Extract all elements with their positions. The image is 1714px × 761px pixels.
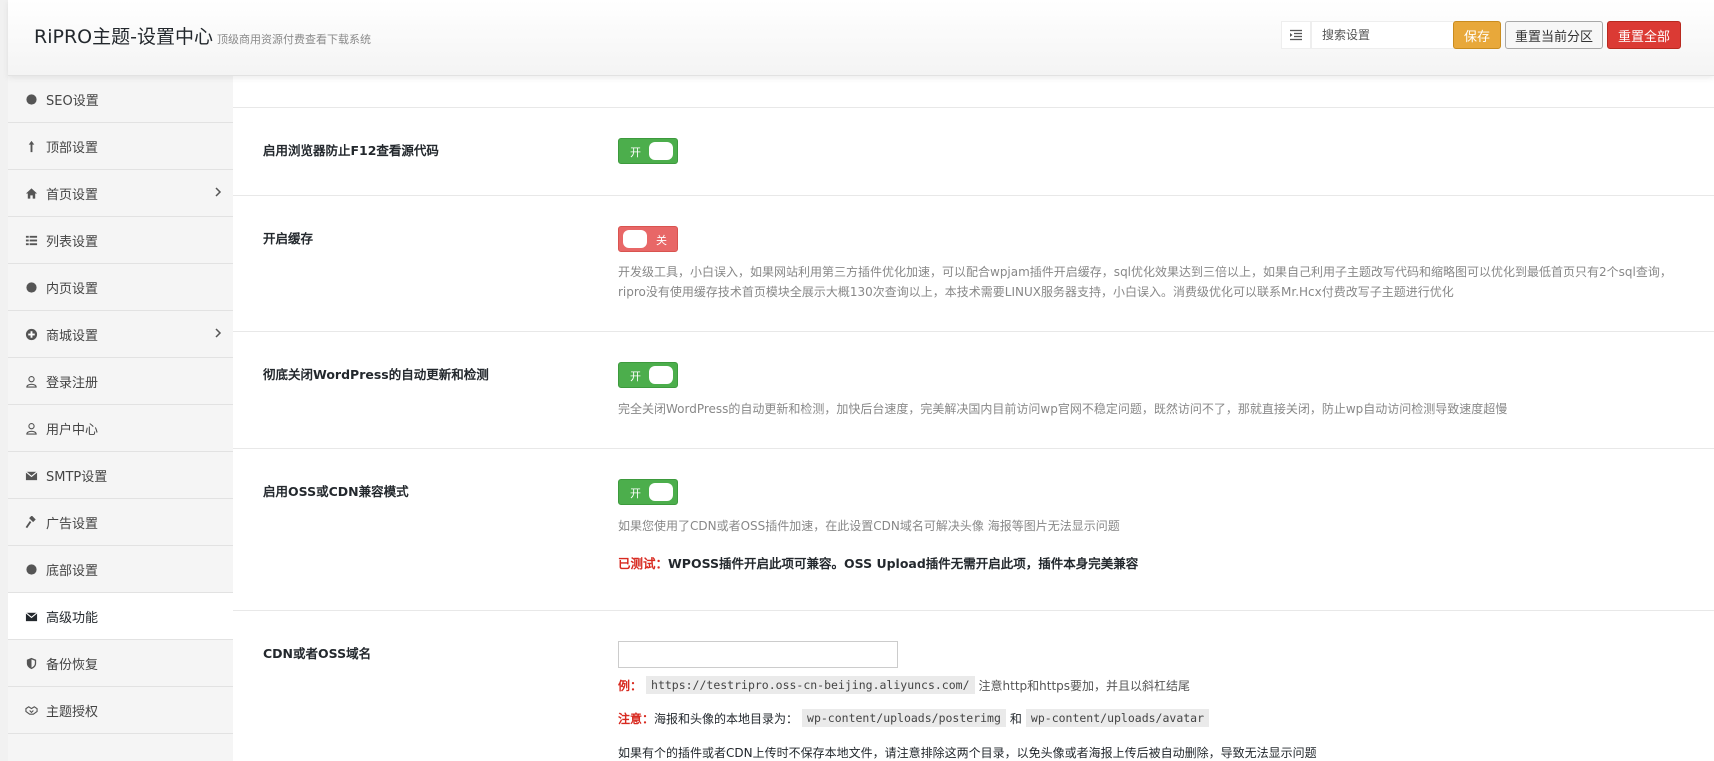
toggle-knob <box>649 483 673 501</box>
example-note: 注意http和https要加，并且以斜杠结尾 <box>978 678 1191 693</box>
plus-circle-icon <box>24 327 38 341</box>
envelope-icon <box>24 468 38 482</box>
shield-icon <box>24 656 38 670</box>
sidebar-item-label: SMTP设置 <box>46 469 108 485</box>
and-text: 和 <box>1009 711 1022 726</box>
circle-icon <box>24 562 38 576</box>
option-row-oss: 启用OSS或CDN兼容模式 开 如果您使用了CDN或者OSS插件加速，在此设置C… <box>233 449 1714 611</box>
warn-text: 海报和头像的本地目录为： <box>654 711 799 726</box>
path-posterimg: wp-content/uploads/posterimg <box>802 709 1006 727</box>
sidebar-item-top[interactable]: 顶部设置 <box>8 123 233 170</box>
handshake-icon <box>24 703 38 717</box>
option-row-cdn-domain: CDN或者OSS域名 例： https://testripro.oss-cn-b… <box>233 611 1714 761</box>
list-icon <box>24 233 38 247</box>
option-label: 彻底关闭WordPress的自动更新和检测 <box>263 367 489 382</box>
tested-text: WPOSS插件开启此项可兼容。OSS Upload插件无需开启此项，插件本身完美… <box>668 556 1139 571</box>
example-line: 例： https://testripro.oss-cn-beijing.aliy… <box>618 676 1190 694</box>
sidebar-item-label: 商城设置 <box>46 328 99 344</box>
sidebar-item-home[interactable]: 首页设置 <box>8 170 233 217</box>
user-icon <box>24 421 38 435</box>
option-description: 完全关闭WordPress的自动更新和检测，加快后台速度，完美解决国内目前访问w… <box>618 402 1508 416</box>
sidebar-item-label: 主题授权 <box>46 704 99 720</box>
reset-all-button[interactable]: 重置全部 <box>1607 21 1681 49</box>
page-subtitle: 顶级商用资源付费查看下载系统 <box>217 33 371 46</box>
option-description: 开发级工具，小白误入，如果网站利用第三方插件优化加速，可以配合wpjam插件开启… <box>618 265 1672 299</box>
sidebar-item-backup[interactable]: 备份恢复 <box>8 640 233 687</box>
toggle-cache[interactable]: 关 <box>618 226 678 252</box>
option-label: 开启缓存 <box>263 231 314 246</box>
home-icon <box>24 186 38 200</box>
warn-line: 注意： 海报和头像的本地目录为： wp-content/uploads/post… <box>618 709 1213 727</box>
cdn-domain-input[interactable] <box>618 641 898 668</box>
option-row-cache: 开启缓存 关 开发级工具，小白误入，如果网站利用第三方插件优化加速，可以配合wp… <box>233 196 1714 332</box>
option-label: 启用浏览器防止F12查看源代码 <box>263 143 439 158</box>
sidebar-item-list[interactable]: 列表设置 <box>8 217 233 264</box>
settings-window: RiPRO主题-设置中心 顶级商用资源付费查看下载系统 保存 重置当前分区 重置… <box>8 0 1714 761</box>
header-bar: RiPRO主题-设置中心 顶级商用资源付费查看下载系统 保存 重置当前分区 重置… <box>8 0 1714 76</box>
sidebar-item-ads[interactable]: 广告设置 <box>8 499 233 546</box>
tested-note: 已测试：WPOSS插件开启此项可兼容。OSS Upload插件无需开启此项，插件… <box>618 553 1138 572</box>
sidebar-item-label: 用户中心 <box>46 422 99 438</box>
tested-prefix: 已测试： <box>618 556 669 571</box>
sidebar-item-seo[interactable]: SEO设置 <box>8 76 233 123</box>
example-code: https://testripro.oss-cn-beijing.aliyunc… <box>646 676 975 694</box>
sidebar-item-license[interactable]: 主题授权 <box>8 687 233 734</box>
sidebar-item-label: 列表设置 <box>46 234 99 250</box>
tail-note: 如果有个的插件或者CDN上传时不保存本地文件，请注意排除这两个目录，以免头像或者… <box>618 746 1317 760</box>
path-avatar: wp-content/uploads/avatar <box>1025 709 1210 727</box>
toggle-f12[interactable]: 开 <box>618 138 678 164</box>
page-title: RiPRO主题-设置中心 <box>34 26 213 48</box>
main-panel: 启用浏览器防止F12查看源代码 开 开启缓存 关 开发级工具，小白误入，如果网站… <box>233 76 1714 761</box>
sidebar-item-label: SEO设置 <box>46 93 99 109</box>
warn-prefix: 注意： <box>618 711 655 726</box>
gavel-icon <box>24 515 38 529</box>
option-label: CDN或者OSS域名 <box>263 646 372 661</box>
sidebar-item-login[interactable]: 登录注册 <box>8 358 233 405</box>
option-row-wp-update: 彻底关闭WordPress的自动更新和检测 开 完全关闭WordPress的自动… <box>233 332 1714 449</box>
save-button[interactable]: 保存 <box>1453 21 1501 49</box>
sidebar-item-advanced[interactable]: 高级功能 <box>8 593 233 640</box>
sidebar-item-label: 登录注册 <box>46 375 99 391</box>
envelope-icon <box>24 609 38 623</box>
option-description: 如果您使用了CDN或者OSS插件加速，在此设置CDN域名可解决头像 海报等图片无… <box>618 519 1120 533</box>
top-spacer-row <box>233 76 1714 108</box>
toggle-text: 开 <box>630 146 641 159</box>
toggle-text: 开 <box>630 487 641 500</box>
toggle-text: 关 <box>656 234 667 247</box>
expand-list-icon[interactable] <box>1281 21 1311 49</box>
sidebar-item-label: 底部设置 <box>46 563 99 579</box>
sidebar-item-label: 高级功能 <box>46 610 99 626</box>
example-prefix: 例： <box>618 678 643 693</box>
toggle-knob <box>649 142 673 160</box>
sidebar-item-smtp[interactable]: SMTP设置 <box>8 452 233 499</box>
option-row-f12: 启用浏览器防止F12查看源代码 开 <box>233 108 1714 196</box>
sidebar: SEO设置 顶部设置 首页设置 列表设置 内页设置 商城设置 登录注册 用户中心… <box>8 76 233 761</box>
sidebar-item-label: 备份恢复 <box>46 657 99 673</box>
reset-section-button[interactable]: 重置当前分区 <box>1505 21 1603 49</box>
toggle-knob <box>623 230 647 248</box>
circle-icon <box>24 280 38 294</box>
arrow-up-icon <box>24 139 38 153</box>
sidebar-item-user-center[interactable]: 用户中心 <box>8 405 233 452</box>
toggle-oss[interactable]: 开 <box>618 479 678 505</box>
sidebar-item-inner-page[interactable]: 内页设置 <box>8 264 233 311</box>
user-icon <box>24 374 38 388</box>
circle-icon <box>24 92 38 106</box>
sidebar-item-label: 内页设置 <box>46 281 99 297</box>
chevron-right-icon <box>215 328 222 338</box>
search-input[interactable] <box>1311 21 1457 49</box>
sidebar-item-shop[interactable]: 商城设置 <box>8 311 233 358</box>
chevron-right-icon <box>215 187 222 197</box>
option-label: 启用OSS或CDN兼容模式 <box>263 484 409 499</box>
toggle-knob <box>649 366 673 384</box>
sidebar-item-label: 首页设置 <box>46 187 99 203</box>
sidebar-item-label: 顶部设置 <box>46 140 99 156</box>
toggle-wp-update[interactable]: 开 <box>618 362 678 388</box>
sidebar-item-label: 广告设置 <box>46 516 99 532</box>
toggle-text: 开 <box>630 370 641 383</box>
sidebar-item-footer[interactable]: 底部设置 <box>8 546 233 593</box>
